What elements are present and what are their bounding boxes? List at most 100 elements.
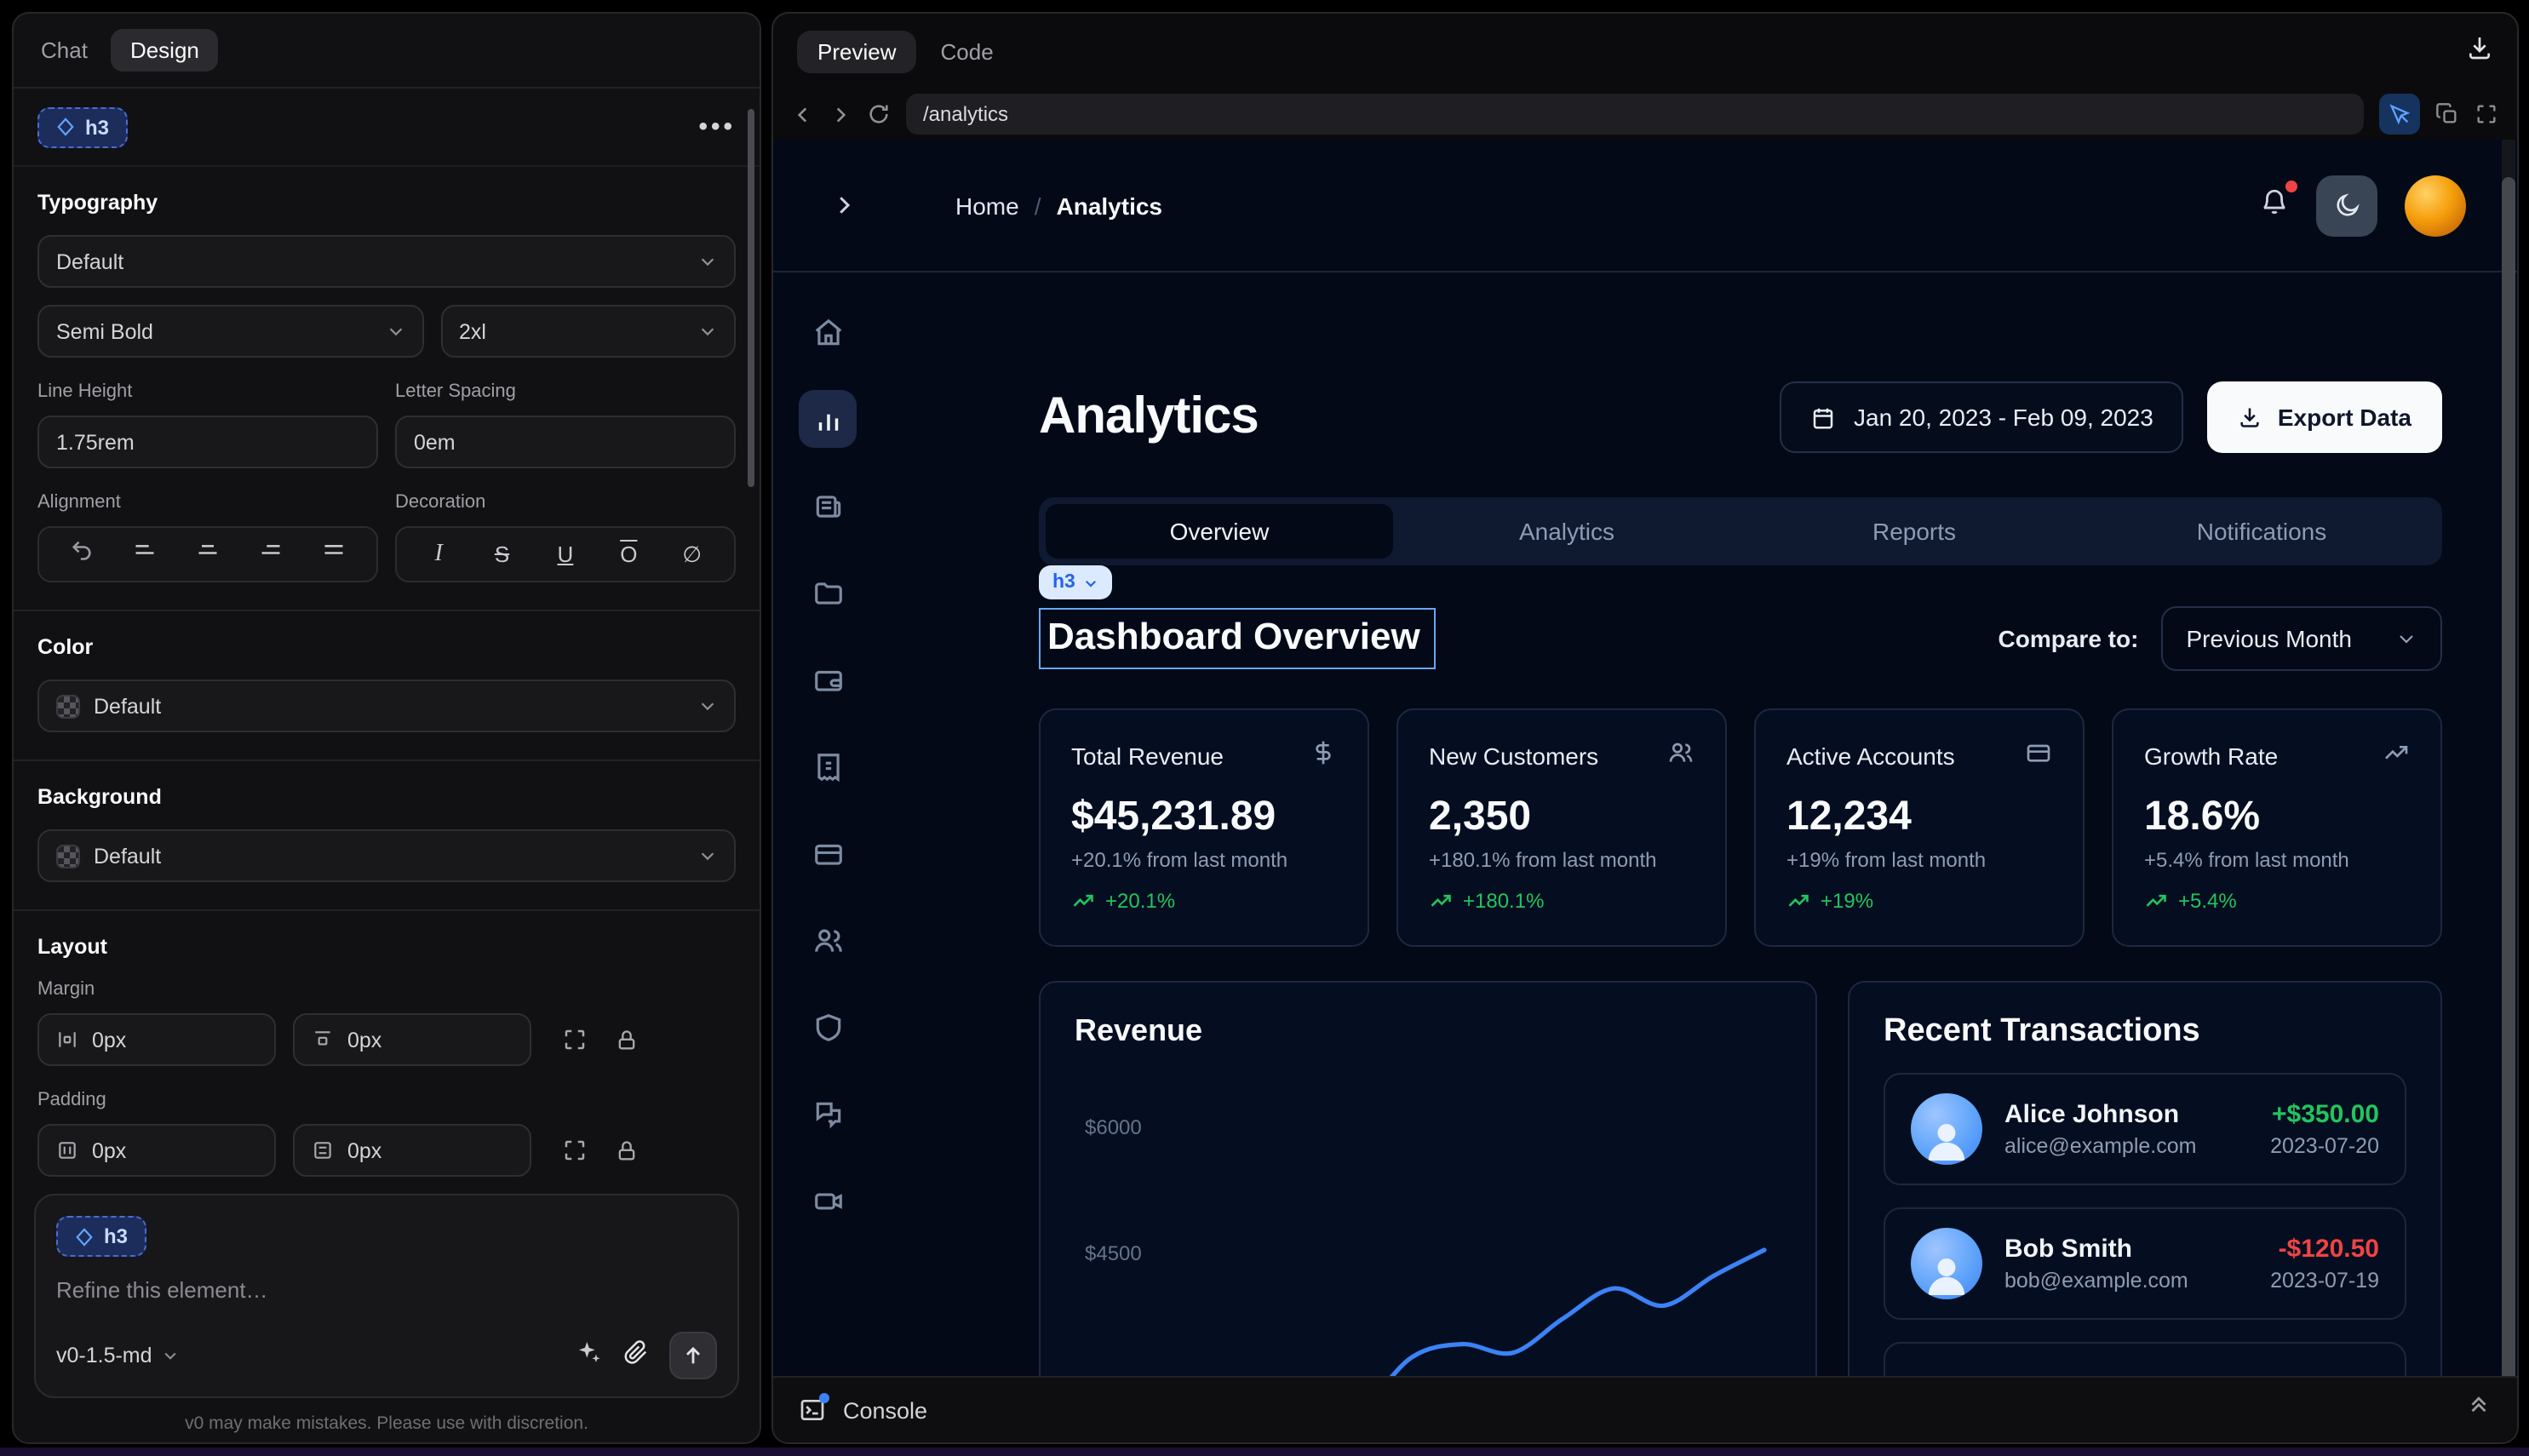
- align-justify-icon[interactable]: [319, 538, 350, 570]
- tab-code[interactable]: Code: [941, 38, 994, 64]
- stat-card-growth-rate[interactable]: Growth Rate 18.6% +5.4% from last month …: [2112, 708, 2442, 947]
- compare-select[interactable]: Previous Month: [2160, 606, 2442, 671]
- margin-y-input[interactable]: 0px: [293, 1013, 531, 1066]
- folder-icon[interactable]: [799, 564, 857, 622]
- tab-design[interactable]: Design: [112, 29, 218, 72]
- refine-composer[interactable]: h3 Refine this element… v0-1.5-md: [34, 1194, 739, 1398]
- align-center-icon[interactable]: [192, 538, 223, 570]
- copy-icon[interactable]: [2435, 102, 2459, 126]
- lock-icon[interactable]: [615, 1028, 639, 1052]
- revenue-chart-card: Revenue $6000 $4500 $3000: [1039, 981, 1817, 1390]
- preview-scrollbar-thumb[interactable]: [2502, 177, 2515, 1386]
- chevron-down-icon: [163, 1347, 180, 1364]
- back-icon[interactable]: [792, 103, 814, 125]
- stat-card-new-customers[interactable]: New Customers 2,350 +180.1% from last mo…: [1396, 708, 1727, 947]
- sparkles-icon[interactable]: [576, 1338, 603, 1373]
- font-size-select[interactable]: 2xl: [440, 305, 736, 358]
- font-select[interactable]: Default: [37, 235, 736, 288]
- sidebar-scrollbar[interactable]: [748, 109, 754, 487]
- chevrons-up-icon[interactable]: [2466, 1393, 2492, 1427]
- app-window: Chat Design h3 ••• Typography Default Se…: [0, 0, 2529, 1456]
- transaction-row[interactable]: Alice Johnson alice@example.com +$350.00…: [1884, 1073, 2406, 1185]
- composer-input[interactable]: Refine this element…: [56, 1277, 717, 1303]
- sidebar-expand-icon[interactable]: [831, 192, 857, 218]
- video-icon[interactable]: [799, 1172, 857, 1230]
- download-icon[interactable]: [2466, 33, 2493, 69]
- date-range-button[interactable]: Jan 20, 2023 - Feb 09, 2023: [1779, 381, 2184, 453]
- paperclip-icon[interactable]: [623, 1338, 649, 1373]
- padding-x-input[interactable]: 0px: [37, 1124, 276, 1177]
- wallet-icon[interactable]: [799, 651, 857, 708]
- model-name: v0-1.5-md: [56, 1344, 152, 1367]
- submit-button[interactable]: [669, 1332, 717, 1379]
- selected-element-chip[interactable]: h3: [37, 106, 128, 147]
- model-select[interactable]: v0-1.5-md: [56, 1344, 180, 1367]
- color-select[interactable]: Default: [37, 679, 736, 732]
- credit-card-icon[interactable]: [799, 824, 857, 882]
- line-height-input[interactable]: 1.75rem: [37, 416, 378, 468]
- home-icon[interactable]: [799, 303, 857, 361]
- transaction-row[interactable]: Bob Smith bob@example.com -$120.50 2023-…: [1884, 1207, 2406, 1320]
- notifications-button[interactable]: [2260, 186, 2289, 224]
- more-menu-icon[interactable]: •••: [698, 112, 736, 141]
- inspector-element-chip[interactable]: h3: [1039, 565, 1113, 599]
- bar-chart-icon[interactable]: [799, 390, 857, 448]
- section-title-selected[interactable]: Dashboard Overview: [1039, 608, 1436, 669]
- diamond-icon: [56, 118, 75, 136]
- page-title: Analytics: [1039, 388, 1259, 446]
- news-icon[interactable]: [799, 477, 857, 535]
- align-right-icon[interactable]: [255, 538, 286, 570]
- console-activity-dot: [819, 1393, 829, 1403]
- underline-icon[interactable]: U: [550, 542, 581, 567]
- tab-reports[interactable]: Reports: [1740, 504, 2088, 559]
- sidebar-tabbar: Chat Design: [14, 14, 760, 89]
- font-weight-select[interactable]: Semi Bold: [37, 305, 423, 358]
- composer-element-chip[interactable]: h3: [56, 1216, 146, 1257]
- theme-toggle-button[interactable]: [2316, 175, 2377, 236]
- stat-subtext: +180.1% from last month: [1429, 848, 1695, 872]
- refresh-icon[interactable]: [867, 102, 891, 126]
- letter-spacing-input[interactable]: 0em: [395, 416, 736, 468]
- lock-icon[interactable]: [615, 1138, 639, 1162]
- tab-chat[interactable]: Chat: [41, 37, 88, 63]
- forward-icon[interactable]: [829, 103, 852, 125]
- align-left-icon[interactable]: [129, 538, 160, 570]
- stat-card-total-revenue[interactable]: Total Revenue $45,231.89 +20.1% from las…: [1039, 708, 1369, 947]
- select-mode-button[interactable]: [2379, 94, 2420, 135]
- transactions-card: Recent Transactions Alice Johnson alice@…: [1848, 981, 2442, 1390]
- users-icon[interactable]: [799, 911, 857, 969]
- export-data-button[interactable]: Export Data: [2208, 381, 2442, 453]
- undo-icon[interactable]: [66, 538, 96, 570]
- strikethrough-icon[interactable]: S: [487, 542, 518, 567]
- messages-icon[interactable]: [799, 1085, 857, 1143]
- stat-card-active-accounts[interactable]: Active Accounts 12,234 +19% from last mo…: [1754, 708, 2085, 947]
- layout-section-title: Layout: [37, 935, 736, 959]
- overline-icon[interactable]: O: [613, 542, 644, 567]
- tab-overview[interactable]: Overview: [1046, 504, 1393, 559]
- shield-icon[interactable]: [799, 998, 857, 1056]
- dollar-icon: [1310, 739, 1337, 771]
- padding-y-input[interactable]: 0px: [293, 1124, 531, 1177]
- user-avatar[interactable]: [2405, 175, 2466, 236]
- receipt-icon[interactable]: [799, 737, 857, 795]
- tab-preview[interactable]: Preview: [797, 30, 917, 72]
- expand-icon[interactable]: [562, 1027, 588, 1052]
- console-bar[interactable]: Console: [773, 1376, 2517, 1442]
- italic-icon[interactable]: I: [423, 541, 454, 568]
- stat-value: 2,350: [1429, 794, 1695, 841]
- design-sidebar: Chat Design h3 ••• Typography Default Se…: [12, 12, 761, 1444]
- expand-icon[interactable]: [562, 1138, 588, 1163]
- padding-vertical-icon: [312, 1139, 334, 1161]
- fullscreen-icon[interactable]: [2475, 102, 2498, 126]
- transaction-date: 2023-07-20: [2270, 1134, 2379, 1158]
- no-decoration-icon[interactable]: ∅: [677, 541, 708, 568]
- color-section-title: Color: [37, 635, 736, 659]
- stat-title: Active Accounts: [1786, 742, 1955, 769]
- tab-analytics[interactable]: Analytics: [1393, 504, 1740, 559]
- breadcrumb-home[interactable]: Home: [955, 192, 1019, 219]
- tab-notifications[interactable]: Notifications: [2088, 504, 2435, 559]
- url-input[interactable]: /analytics: [906, 94, 2364, 135]
- margin-x-input[interactable]: 0px: [37, 1013, 276, 1066]
- background-select[interactable]: Default: [37, 829, 736, 882]
- cursor-icon: [2388, 102, 2411, 126]
